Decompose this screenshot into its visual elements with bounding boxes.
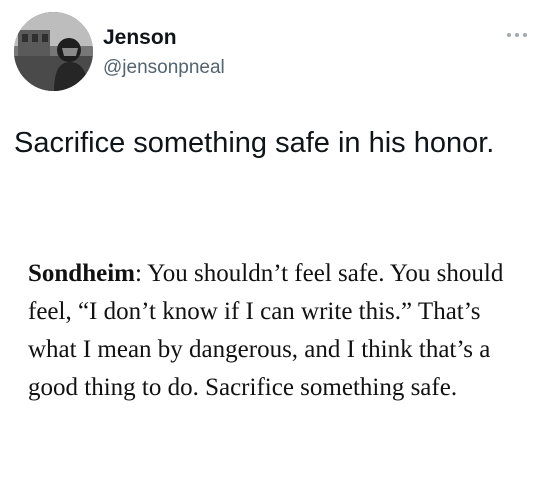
- quote-image-text: Sondheim: You shouldn’t feel safe. You s…: [28, 255, 528, 407]
- author-name[interactable]: Jenson: [103, 27, 177, 48]
- quote-speaker: Sondheim: [28, 260, 135, 287]
- avatar-image: [14, 12, 93, 91]
- quote-separator: :: [134, 260, 142, 287]
- more-options-button[interactable]: [502, 28, 532, 42]
- author-handle[interactable]: @jensonpneal: [103, 58, 225, 77]
- more-horizontal-icon: [507, 33, 527, 37]
- avatar[interactable]: [14, 12, 93, 91]
- tweet-text: Sacrifice something safe in his honor.: [14, 127, 495, 159]
